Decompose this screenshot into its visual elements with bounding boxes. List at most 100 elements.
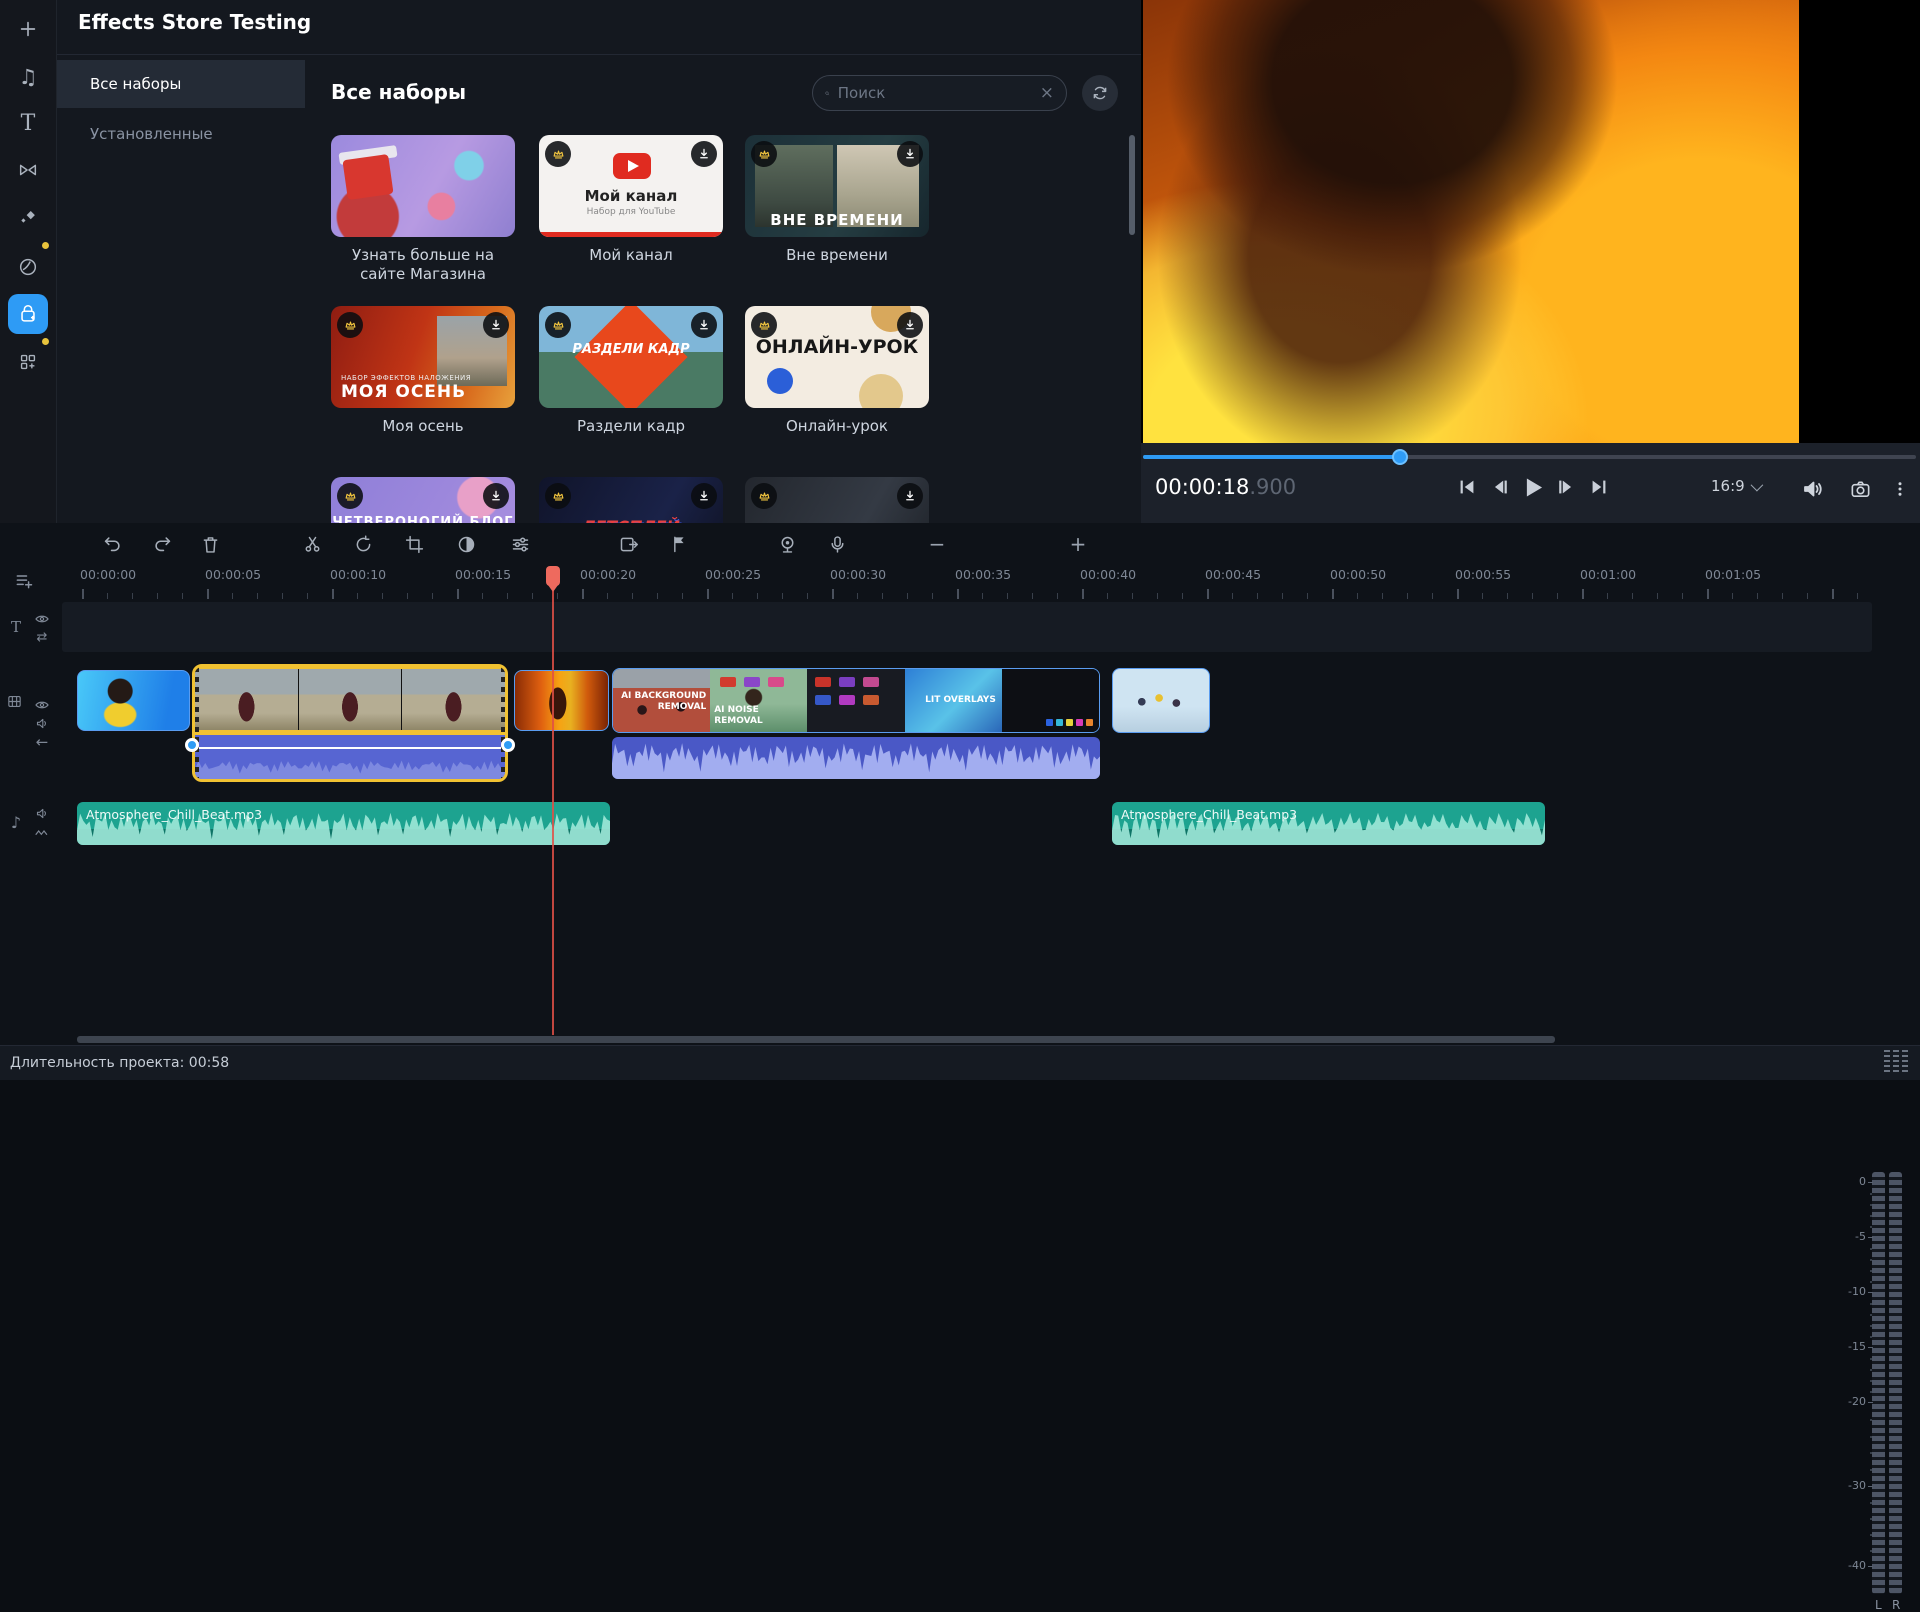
redo-button[interactable] [151,532,175,556]
left-toolbar: ♫ T [0,0,57,523]
video-clip[interactable] [514,670,609,731]
clip-properties-button[interactable] [508,532,532,556]
effects-store-tab-button[interactable] [8,294,48,334]
ruler-tick [1407,593,1408,599]
ruler-tick [582,589,584,599]
ruler-label: 00:01:00 [1580,567,1636,582]
search-box[interactable]: × [812,75,1067,111]
zoom-out-button[interactable]: − [925,532,949,556]
add-track-button[interactable] [14,571,34,591]
volume-handle-left[interactable] [185,738,199,752]
zoom-in-button[interactable]: + [1066,532,1090,556]
render-queue-icon[interactable] [1884,1050,1908,1072]
skip-to-end-button[interactable] [1585,473,1613,501]
next-frame-button[interactable] [1552,473,1580,501]
store-card[interactable]: ВНЕ ВРЕМЕНИ Вне времени [745,135,929,265]
selected-video-clip[interactable] [192,664,508,782]
playhead-handle[interactable] [546,566,560,586]
search-input[interactable] [838,84,1032,102]
voice-record-button[interactable] [825,532,849,556]
volume-line[interactable] [195,747,505,749]
capture-frame-button[interactable] [1846,475,1874,503]
video-clip[interactable] [77,670,190,731]
ruler-tick [1632,593,1633,599]
timeline-ruler[interactable]: 00:00:0000:00:0500:00:1000:00:1500:00:20… [62,565,1872,600]
ruler-tick [532,593,533,599]
rotate-button[interactable] [351,532,375,556]
ruler-label: 00:00:25 [705,567,761,582]
volume-button[interactable] [1799,475,1827,503]
transitions-tab-button[interactable] [8,150,48,190]
add-media-button[interactable] [8,9,48,49]
step-back-icon [1489,476,1511,498]
store-card[interactable]: НАБОР ЭФФЕКТОВ НАЛОЖЕНИЯ МОЯ ОСЕНЬ Моя о… [331,306,515,436]
ruler-tick [1807,593,1808,599]
crop-button[interactable] [402,532,426,556]
split-button[interactable] [300,532,324,556]
skip-to-start-button[interactable] [1453,473,1481,501]
store-scrollbar[interactable] [1129,135,1135,235]
play-button[interactable] [1518,473,1546,501]
download-badge[interactable] [897,312,923,338]
download-badge[interactable] [691,483,717,509]
title-track-sync-toggle[interactable]: ⇄ [32,627,52,647]
store-card[interactable]: Узнать больше на сайте Магазина [331,135,515,284]
more-tools-button[interactable] [8,342,48,382]
store-card[interactable]: ЛЕТСПЛЕЙ [539,477,723,523]
store-card[interactable]: Мой канал Набор для YouTube Мой канал [539,135,723,265]
download-badge[interactable] [897,141,923,167]
audio-tab-button[interactable]: ♫ [8,57,48,97]
clear-search-icon[interactable]: × [1040,83,1054,103]
ruler-tick [882,593,883,599]
ruler-tick [607,593,608,599]
download-badge[interactable] [897,483,923,509]
store-card[interactable]: ЧЕТВЕРОНОГИЙ БЛОГ [331,477,515,523]
video-track-back-toggle[interactable]: ← [32,732,52,752]
tab-installed[interactable]: Установленные [57,110,305,158]
volume-handle-right[interactable] [501,738,515,752]
selected-clip-audio-band[interactable] [195,735,505,780]
title-track-visibility-toggle[interactable] [32,609,52,629]
audio-clip[interactable]: Atmosphere_Chill_Beat.mp3 [77,802,610,845]
download-badge[interactable] [483,483,509,509]
more-options-button[interactable] [1886,475,1914,503]
meter-scale-label: -15 [1848,1340,1866,1353]
previous-frame-button[interactable] [1486,473,1514,501]
video-track-visibility-toggle[interactable] [32,695,52,715]
title-track-lane[interactable] [62,602,1872,652]
titles-tab-button[interactable]: T [8,103,48,143]
transitions-icon [17,159,39,181]
ruler-tick [407,593,408,599]
timeline-scrollbar[interactable] [77,1036,1555,1043]
crop-icon [404,534,425,555]
store-card[interactable] [745,477,929,523]
aspect-ratio-select[interactable]: 16:9 [1711,477,1760,495]
card-thumbnail [745,477,929,523]
video-clip[interactable] [1112,668,1210,733]
download-badge[interactable] [691,312,717,338]
video-clip-montage[interactable]: AI BACKGROUND REMOVAL AI NOISE REMOVAL L… [612,668,1100,733]
ruler-tick [757,593,758,599]
download-badge[interactable] [483,312,509,338]
effects-tab-button[interactable] [8,197,48,237]
store-card[interactable]: ОНЛАЙН-УРОК Онлайн-урок [745,306,929,436]
linked-audio-waveform[interactable] [612,737,1100,779]
tab-all-packs[interactable]: Все наборы [57,60,305,108]
audio-track-mute-toggle[interactable] [32,803,52,823]
kebab-menu-icon [1891,480,1909,498]
audio-clip[interactable]: Atmosphere_Chill_Beat.mp3 [1112,802,1545,845]
undo-button[interactable] [100,532,124,556]
color-adjust-button[interactable] [454,532,478,556]
stickers-tab-button[interactable] [8,247,48,287]
ruler-tick [157,593,158,599]
export-frame-button[interactable] [616,532,640,556]
audio-track-waveform-toggle[interactable] [32,823,52,843]
download-badge[interactable] [691,141,717,167]
video-track-mute-toggle[interactable] [32,713,52,733]
seekbar-handle[interactable] [1392,449,1408,465]
delete-button[interactable] [198,532,222,556]
webcam-capture-button[interactable] [775,532,799,556]
marker-button[interactable] [667,532,691,556]
refresh-button[interactable] [1082,75,1118,111]
store-card[interactable]: РАЗДЕЛИ КАДР Раздели кадр [539,306,723,436]
